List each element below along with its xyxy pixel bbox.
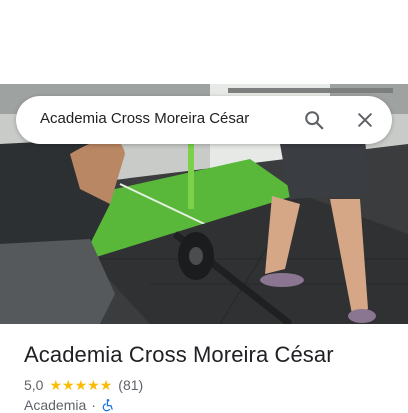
place-category: Academia bbox=[24, 397, 87, 413]
category-row: Academia · bbox=[24, 397, 115, 413]
star-rating: ★ ★ ★ ★ ★ bbox=[49, 378, 112, 392]
search-button[interactable] bbox=[298, 104, 330, 136]
top-blank-area bbox=[0, 0, 408, 84]
search-icon bbox=[305, 111, 324, 130]
star-icon: ★ bbox=[49, 377, 63, 393]
close-icon bbox=[358, 113, 372, 127]
review-count[interactable]: (81) bbox=[118, 377, 143, 393]
star-icon: ★ bbox=[99, 377, 113, 393]
star-icon: ★ bbox=[74, 377, 88, 393]
place-title: Academia Cross Moreira César bbox=[24, 342, 334, 367]
separator: · bbox=[91, 397, 96, 413]
star-icon: ★ bbox=[87, 377, 100, 393]
search-bar[interactable]: Academia Cross Moreira César bbox=[16, 96, 392, 144]
wheelchair-icon bbox=[102, 398, 113, 412]
star-icon: ★ bbox=[62, 377, 75, 393]
rating-value: 5,0 bbox=[24, 377, 44, 393]
rating-row[interactable]: 5,0 ★ ★ ★ ★ ★ (81) bbox=[24, 376, 143, 394]
close-button[interactable] bbox=[349, 104, 381, 136]
search-input[interactable]: Academia Cross Moreira César bbox=[40, 110, 249, 127]
